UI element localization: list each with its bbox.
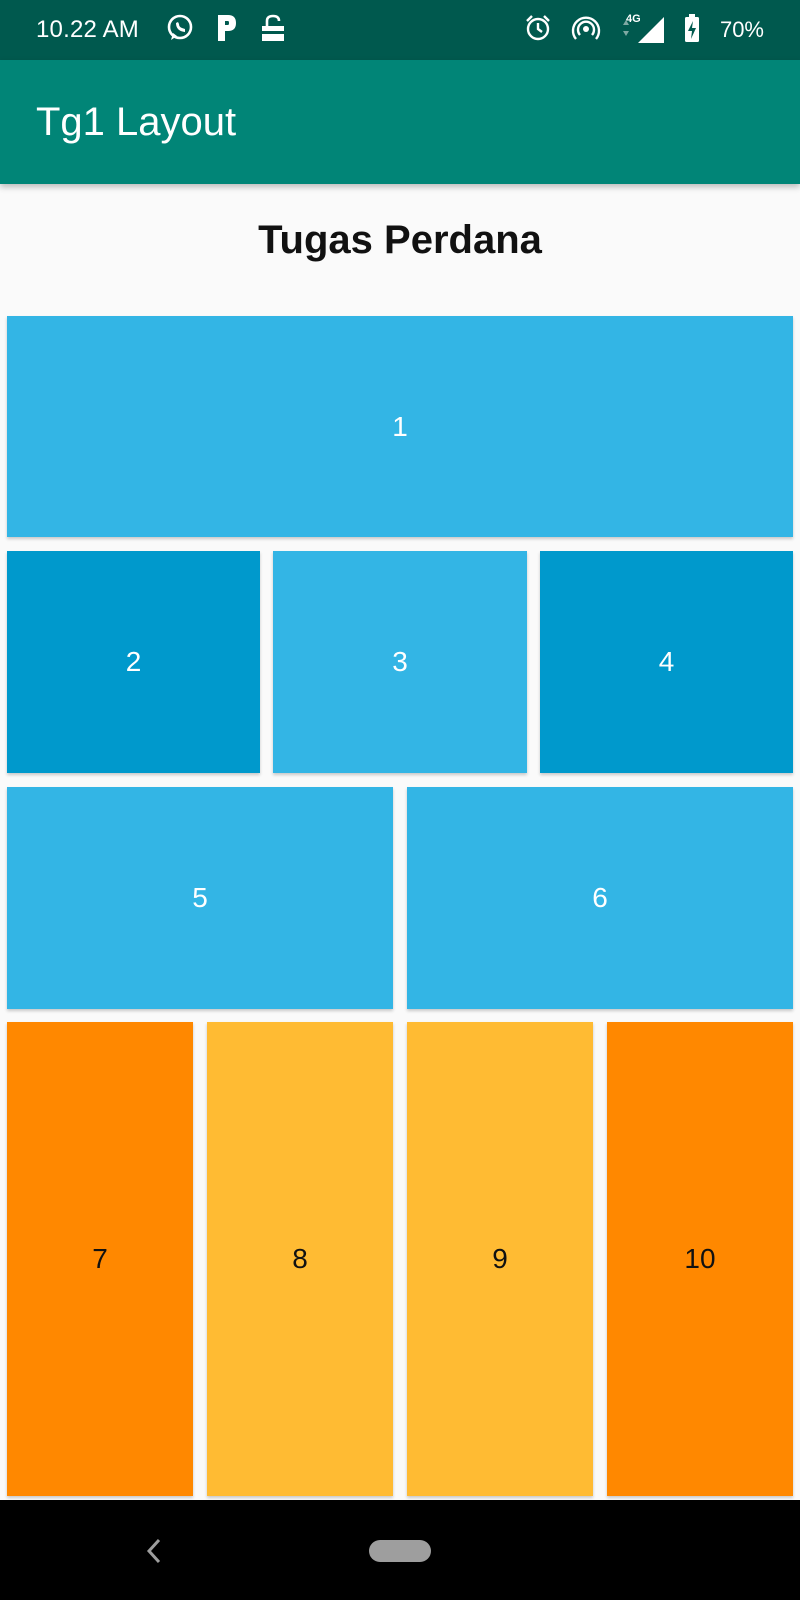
status-left-icons [165,13,287,48]
layout-cell-10: 10 [607,1022,793,1496]
hotspot-icon [570,14,602,47]
battery-charging-icon [684,13,700,48]
layout-cell-8: 8 [207,1022,393,1496]
navigation-bar [0,1500,800,1600]
layout-cell-4: 4 [540,551,793,773]
page-heading: Tugas Perdana [258,218,542,262]
status-right-icons: 4G 70% [524,13,764,48]
layout-cell-6: 6 [407,787,793,1009]
layout-cell-5: 5 [7,787,393,1009]
whatsapp-icon [165,13,195,48]
status-time: 10.22 AM [36,16,140,43]
alarm-icon [524,14,552,47]
layout-cell-7: 7 [7,1022,193,1496]
home-pill-icon[interactable] [369,1540,431,1562]
signal-4g-icon: 4G [620,13,666,45]
status-bar: 10.22 AM 4G 70% [0,0,800,60]
lock-download-icon [259,13,287,48]
app-title: Tg1 Layout [36,99,237,144]
layout-cell-2: 2 [7,551,260,773]
layout-cell-1: 1 [7,316,793,537]
back-icon[interactable] [142,1536,166,1571]
layout-cell-9: 9 [407,1022,593,1496]
parking-icon [215,13,239,48]
app-bar: Tg1 Layout [0,60,800,184]
layout-cell-3: 3 [273,551,527,773]
battery-percentage: 70% [719,17,764,42]
